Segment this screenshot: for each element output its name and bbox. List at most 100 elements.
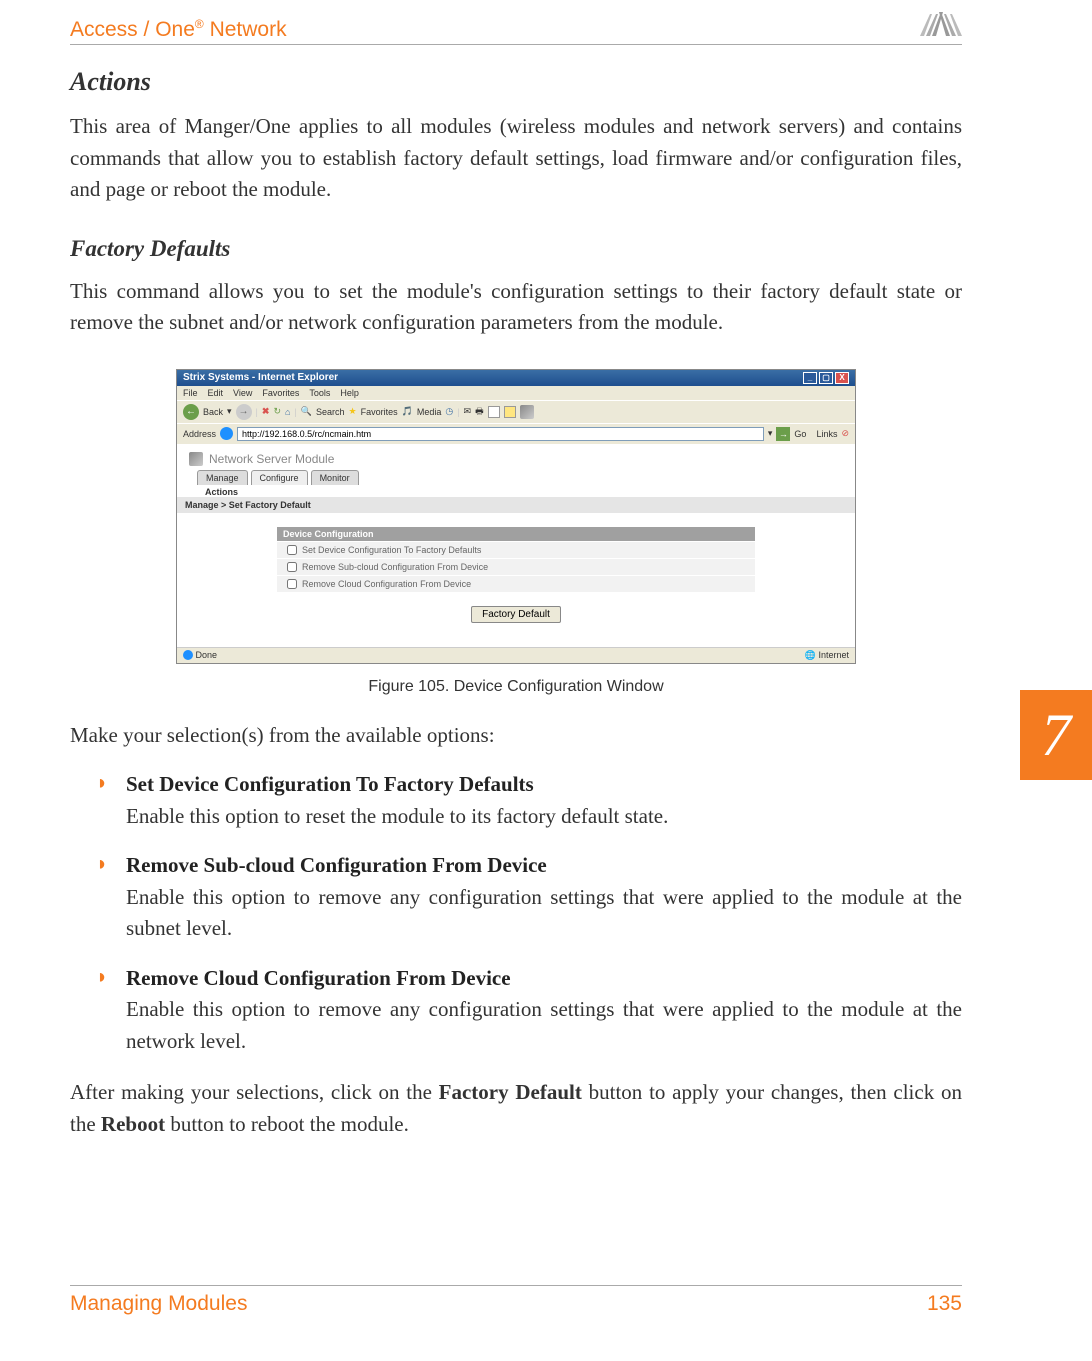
menu-view[interactable]: View [233, 388, 252, 398]
bullet-icon: ◗ [96, 772, 108, 795]
forward-icon[interactable]: → [236, 404, 252, 420]
closing-bold-factory: Factory Default [439, 1080, 582, 1104]
bullet-icon: ◗ [96, 853, 108, 876]
config-box: Device Configuration Set Device Configur… [277, 527, 755, 592]
history-icon[interactable]: ◷ [445, 406, 453, 417]
status-internet: Internet [818, 650, 849, 660]
norton-icon[interactable]: ⊘ [841, 428, 849, 439]
tab-configure[interactable]: Configure [251, 470, 308, 485]
config-option-1[interactable]: Set Device Configuration To Factory Defa… [277, 541, 755, 558]
document-header: Access / One® Network [70, 10, 962, 42]
go-icon[interactable]: → [776, 427, 790, 441]
header-rule [70, 44, 962, 45]
menu-help[interactable]: Help [340, 388, 359, 398]
media-icon[interactable]: 🎵 [402, 406, 413, 417]
config-header: Device Configuration [277, 527, 755, 541]
opt2-title: Remove Sub-cloud Configuration From Devi… [126, 850, 962, 882]
module-header: Network Server Module [177, 444, 855, 470]
config-option-2[interactable]: Remove Sub-cloud Configuration From Devi… [277, 558, 755, 575]
factory-default-button[interactable]: Factory Default [471, 606, 561, 623]
favorites-icon[interactable]: ★ [349, 406, 357, 417]
back-button[interactable]: Back [203, 407, 223, 417]
figure-caption: Figure 105. Device Configuration Window [70, 678, 962, 696]
opt2-desc: Enable this option to remove any configu… [126, 882, 962, 945]
maximize-button[interactable]: ▢ [819, 372, 833, 384]
actions-label: Actions [177, 485, 855, 497]
list-item-2: ◗ Remove Sub-cloud Configuration From De… [70, 850, 962, 945]
list-item-3: ◗ Remove Cloud Configuration From Device… [70, 963, 962, 1058]
print-icon[interactable]: 🖶 [475, 404, 484, 420]
content-area: Network Server Module Manage Configure M… [177, 444, 855, 647]
url-dropdown-icon[interactable]: ▾ [768, 428, 773, 439]
brand-prefix: Access / One [70, 18, 195, 41]
brand-suffix: Network [204, 18, 287, 41]
toolbar: ← Back ▾ → | ✖ ↻ ⌂ | 🔍 Search ★ Favorite… [177, 400, 855, 423]
footer: Managing Modules 135 [70, 1285, 962, 1316]
options-list: ◗ Set Device Configuration To Factory De… [70, 769, 962, 1057]
refresh-icon[interactable]: ↻ [273, 406, 281, 417]
opt1-title: Set Device Configuration To Factory Defa… [126, 769, 962, 801]
opt1-label: Set Device Configuration To Factory Defa… [302, 545, 481, 555]
search-button[interactable]: Search [316, 407, 345, 417]
page-icon [220, 427, 233, 440]
closing-post: button to reboot the module. [165, 1112, 409, 1136]
brand-text: Access / One® Network [70, 17, 287, 42]
actions-paragraph: This area of Manger/One applies to all m… [70, 111, 962, 206]
config-option-3[interactable]: Remove Cloud Configuration From Device [277, 575, 755, 592]
opt2-label: Remove Sub-cloud Configuration From Devi… [302, 562, 488, 572]
menu-file[interactable]: File [183, 388, 198, 398]
status-bar: Done 🌐 Internet [177, 647, 855, 663]
registered-mark: ® [195, 17, 204, 31]
footer-page-number: 135 [927, 1292, 962, 1316]
subsection-title-factory: Factory Defaults [70, 236, 962, 262]
home-icon[interactable]: ⌂ [285, 407, 290, 417]
chapter-tab: 7 [1020, 690, 1092, 780]
checkbox-factory-defaults[interactable] [287, 545, 297, 555]
factory-paragraph: This command allows you to set the modul… [70, 276, 962, 339]
module-title: Network Server Module [209, 452, 334, 466]
mail-icon[interactable]: ✉ [464, 406, 472, 417]
make-selection-para: Make your selection(s) from the availabl… [70, 720, 962, 752]
status-done: Done [196, 650, 218, 660]
close-button[interactable]: X [835, 372, 849, 384]
dropdown-icon[interactable]: ▾ [227, 406, 232, 417]
menu-favorites[interactable]: Favorites [262, 388, 299, 398]
list-item-1: ◗ Set Device Configuration To Factory De… [70, 769, 962, 832]
edit-icon[interactable] [488, 406, 500, 418]
links-label[interactable]: Links [816, 429, 837, 439]
closing-bold-reboot: Reboot [101, 1112, 165, 1136]
header-logo-icon [920, 10, 962, 36]
breadcrumb: Manage > Set Factory Default [177, 497, 855, 513]
go-button[interactable]: Go [794, 429, 806, 439]
checkbox-remove-cloud[interactable] [287, 579, 297, 589]
internet-icon: 🌐 [805, 650, 816, 660]
discuss-icon[interactable] [504, 406, 516, 418]
footer-left: Managing Modules [70, 1292, 247, 1316]
done-icon [183, 650, 193, 660]
window-title: Strix Systems - Internet Explorer [183, 372, 338, 383]
button-row: Factory Default [277, 606, 755, 623]
tab-manage[interactable]: Manage [197, 470, 248, 485]
window-controls: _ ▢ X [803, 372, 849, 384]
opt1-desc: Enable this option to reset the module t… [126, 801, 962, 833]
menu-edit[interactable]: Edit [208, 388, 224, 398]
minimize-button[interactable]: _ [803, 372, 817, 384]
closing-paragraph: After making your selections, click on t… [70, 1077, 962, 1140]
stop-icon[interactable]: ✖ [262, 406, 270, 417]
tab-monitor[interactable]: Monitor [311, 470, 359, 485]
closing-pre: After making your selections, click on t… [70, 1080, 439, 1104]
opt3-label: Remove Cloud Configuration From Device [302, 579, 471, 589]
opt3-title: Remove Cloud Configuration From Device [126, 963, 962, 995]
media-button[interactable]: Media [417, 407, 442, 417]
back-icon[interactable]: ← [183, 404, 199, 420]
tool-icon[interactable] [520, 405, 534, 419]
opt3-desc: Enable this option to remove any configu… [126, 994, 962, 1057]
bullet-icon: ◗ [96, 966, 108, 989]
favorites-button[interactable]: Favorites [361, 407, 398, 417]
url-input[interactable] [237, 427, 764, 441]
menu-tools[interactable]: Tools [309, 388, 330, 398]
checkbox-remove-subcloud[interactable] [287, 562, 297, 572]
module-logo-icon [189, 452, 203, 466]
search-icon[interactable]: 🔍 [301, 406, 312, 417]
window-titlebar: Strix Systems - Internet Explorer _ ▢ X [177, 370, 855, 386]
